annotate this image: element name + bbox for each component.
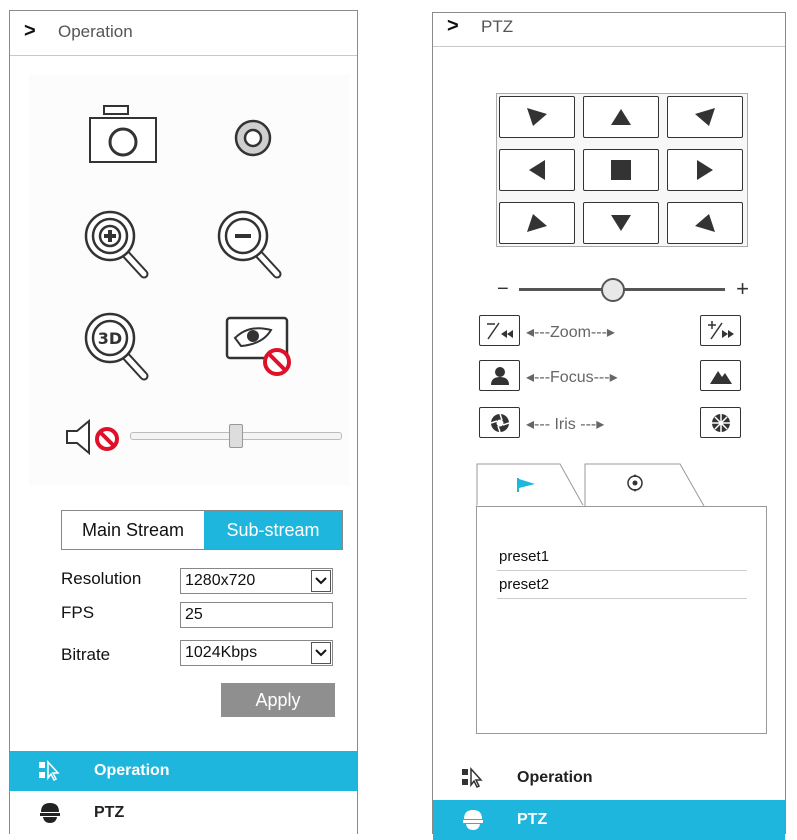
chevron-down-icon[interactable] <box>311 570 331 592</box>
speed-thumb[interactable] <box>600 278 625 302</box>
arrow-down-icon <box>611 215 631 231</box>
resolution-value: 1280x720 <box>185 572 256 589</box>
ptz-dome-icon <box>461 809 485 831</box>
tab-cruise[interactable] <box>584 463 712 507</box>
mute-speaker-icon[interactable] <box>65 418 129 456</box>
flag-icon <box>517 478 535 492</box>
nav-item-ptz[interactable]: PTZ <box>433 800 785 840</box>
stream-tabs: Main Stream Sub-stream <box>61 510 343 550</box>
arrow-left-icon <box>529 160 545 180</box>
zoom-in-button[interactable] <box>700 315 741 346</box>
ptz-panel-header[interactable]: > PTZ <box>433 13 785 47</box>
panel-title: Operation <box>58 22 133 41</box>
operation-panel: > Operation 3D Main Stream Sub-stream Re… <box>9 10 358 834</box>
focus-near-button[interactable] <box>479 360 520 391</box>
tab-presets[interactable] <box>476 463 586 508</box>
aperture-closed-icon <box>490 413 509 432</box>
svg-text:3D: 3D <box>98 329 122 348</box>
fps-value: 25 <box>185 606 203 623</box>
zoom-out-icon <box>486 322 513 339</box>
up-right-button[interactable] <box>667 96 743 138</box>
down-left-button[interactable] <box>499 202 575 244</box>
bitrate-label: Bitrate <box>61 645 111 664</box>
ptz-panel: > PTZ − + ◂---Zoom---▸ ◂---Focus---▸ ◂--… <box>432 12 786 840</box>
stop-icon <box>611 160 631 180</box>
zoom-out-icon[interactable] <box>215 204 295 284</box>
up-left-button[interactable] <box>499 96 575 138</box>
chevron-down-icon[interactable] <box>311 642 331 664</box>
volume-thumb[interactable] <box>229 424 243 448</box>
list-item[interactable]: preset2 <box>497 571 747 599</box>
arrow-up-right-icon <box>695 108 715 126</box>
3d-zoom-icon[interactable]: 3D <box>82 306 162 386</box>
arrow-up-left-icon <box>527 108 547 126</box>
tab-sub-stream[interactable]: Sub-stream <box>204 511 342 549</box>
arrow-down-left-icon <box>527 214 547 232</box>
nav-label-ptz: PTZ <box>517 811 548 828</box>
tab-main-stream[interactable]: Main Stream <box>62 511 204 549</box>
operation-icon <box>38 760 62 782</box>
privacy-mask-icon[interactable] <box>219 310 299 390</box>
nav-item-operation[interactable]: Operation <box>433 758 785 798</box>
stop-button[interactable] <box>583 149 659 191</box>
down-right-button[interactable] <box>667 202 743 244</box>
nav-label-ptz: PTZ <box>94 804 125 821</box>
focus-label: ◂---Focus---▸ <box>526 369 618 386</box>
nav-label-operation: Operation <box>94 762 170 779</box>
resolution-label: Resolution <box>61 569 142 588</box>
iris-label: ◂--- Iris ---▸ <box>526 416 605 433</box>
person-icon <box>490 366 509 385</box>
left-button[interactable] <box>499 149 575 191</box>
snapshot-icon[interactable] <box>84 102 164 182</box>
speed-plus: + <box>736 276 749 301</box>
focus-far-button[interactable] <box>700 360 741 391</box>
up-button[interactable] <box>583 96 659 138</box>
operation-panel-header[interactable]: > Operation <box>10 11 357 56</box>
cruise-icon <box>627 474 643 492</box>
zoom-label: ◂---Zoom---▸ <box>526 324 615 341</box>
iris-close-button[interactable] <box>479 407 520 438</box>
volume-slider[interactable] <box>130 424 342 448</box>
preset-area: preset1 preset2 <box>476 463 767 735</box>
chevron-right-icon[interactable]: > <box>447 15 459 38</box>
ptz-dome-icon <box>38 802 62 824</box>
ptz-direction-pad <box>496 93 748 247</box>
list-item[interactable]: preset1 <box>497 543 747 571</box>
resolution-select[interactable]: 1280x720 <box>180 568 333 594</box>
ptz-speed-slider[interactable]: − + <box>497 276 749 302</box>
right-button[interactable] <box>667 149 743 191</box>
bitrate-value: 1024Kbps <box>185 644 258 661</box>
fps-label: FPS <box>61 603 95 622</box>
arrow-up-icon <box>611 109 631 125</box>
panel-title: PTZ <box>481 17 514 36</box>
aperture-open-icon <box>711 413 730 432</box>
arrow-right-icon <box>697 160 713 180</box>
apply-button[interactable]: Apply <box>221 683 335 717</box>
iris-open-button[interactable] <box>700 407 741 438</box>
arrow-down-right-icon <box>695 214 715 232</box>
fps-input[interactable]: 25 <box>180 602 333 628</box>
zoom-out-button[interactable] <box>479 315 520 346</box>
operation-icon <box>461 767 485 789</box>
preset-list: preset1 preset2 <box>476 506 767 734</box>
nav-item-operation[interactable]: Operation <box>10 751 357 791</box>
speed-minus: − <box>497 278 509 300</box>
nav-item-ptz[interactable]: PTZ <box>10 793 357 833</box>
mountain-icon <box>709 370 732 384</box>
bitrate-select[interactable]: 1024Kbps <box>180 640 333 666</box>
zoom-in-icon[interactable] <box>82 204 162 284</box>
nav-label-operation: Operation <box>517 769 593 786</box>
record-icon[interactable] <box>215 102 295 182</box>
chevron-right-icon[interactable]: > <box>24 20 36 43</box>
zoom-in-icon <box>707 320 734 339</box>
down-button[interactable] <box>583 202 659 244</box>
operation-controls: 3D <box>29 74 350 486</box>
